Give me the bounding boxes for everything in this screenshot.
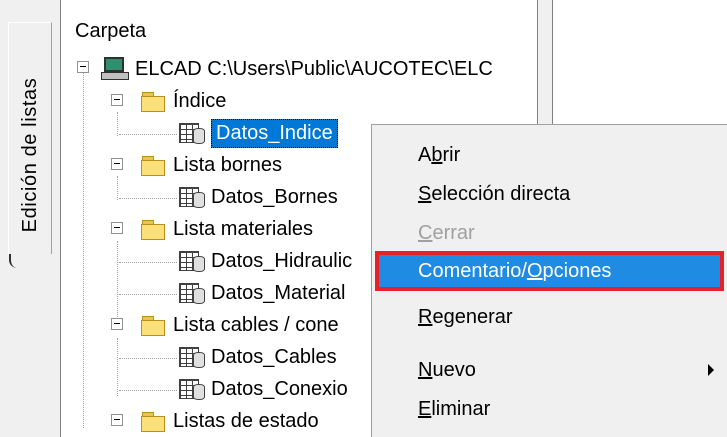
tree-connector [117, 112, 118, 136]
tree-folder-indice[interactable]: Índice [141, 86, 226, 116]
tree-root-node[interactable]: ELCAD C:\Users\Public\AUCOTEC\ELC [101, 54, 493, 84]
tab-list-editing-label: Edición de listas [19, 77, 41, 233]
menu-item-label: Nuevo [418, 358, 476, 381]
tree-node-label: Datos_Hidraulic [211, 249, 353, 272]
tree-connector [119, 390, 177, 391]
menu-item-seleccion-directa[interactable]: Selección directa [372, 174, 726, 214]
menu-item-cerrar: Cerrar [372, 213, 726, 253]
menu-item-label: Regenerar [418, 305, 513, 328]
folder-icon [141, 411, 165, 432]
expand-toggle[interactable] [111, 94, 123, 106]
tree-root-label: ELCAD C:\Users\Public\AUCOTEC\ELC [135, 57, 493, 80]
database-table-icon [179, 282, 205, 304]
tree-folder-lista-cables[interactable]: Lista cables / cone [141, 310, 339, 340]
tree-node-label: Datos_Bornes [211, 185, 338, 208]
tree-connector [83, 68, 84, 428]
tree-node-label: Datos_Material [211, 281, 346, 304]
menu-item-label: Comentario/Opciones [418, 259, 612, 282]
tree-connector [119, 198, 177, 199]
tree-node-label: Lista materiales [173, 217, 314, 240]
database-table-icon [179, 122, 205, 144]
computer-icon [101, 57, 129, 81]
menu-item-label: Eliminar [418, 397, 491, 420]
database-table-icon [179, 186, 205, 208]
tree-folder-lista-materiales[interactable]: Lista materiales [141, 214, 313, 244]
database-table-icon [179, 378, 205, 400]
tree-item-datos-cables[interactable]: Datos_Cables [179, 342, 337, 372]
menu-item-regenerar[interactable]: Regenerar [372, 297, 726, 337]
submenu-arrow-icon [708, 364, 714, 376]
tree-connector [119, 134, 177, 135]
context-menu: Abrir Selección directa Cerrar Comentari… [371, 124, 727, 437]
folder-icon [141, 155, 165, 176]
tree-item-datos-material[interactable]: Datos_Material [179, 278, 346, 308]
menu-item-nuevo[interactable]: Nuevo [372, 350, 726, 390]
tree-connector [119, 358, 177, 359]
database-table-icon [179, 346, 205, 368]
tree-connector [119, 262, 177, 263]
tree-item-datos-bornes[interactable]: Datos_Bornes [179, 182, 338, 212]
vertical-tab-strip: Edición de listas [0, 0, 60, 437]
expand-toggle[interactable] [111, 158, 123, 170]
menu-item-eliminar[interactable]: Eliminar [372, 389, 726, 429]
folder-icon [141, 91, 165, 112]
expand-toggle[interactable] [111, 414, 123, 426]
database-table-icon [179, 250, 205, 272]
tree-node-label: Datos_Indice [211, 118, 338, 148]
folder-icon [141, 219, 165, 240]
tree-node-label: Lista cables / cone [173, 313, 339, 336]
expand-toggle[interactable] [111, 222, 123, 234]
tree-folder-lista-bornes[interactable]: Lista bornes [141, 150, 282, 180]
menu-item-label: Abrir [418, 143, 461, 166]
tree-connector [117, 241, 118, 329]
tree-node-label: Índice [173, 89, 227, 112]
tree-item-datos-conexio[interactable]: Datos_Conexio [179, 374, 348, 404]
menu-item-label: Cerrar [418, 221, 475, 244]
list-editor-window: Edición de listas Carpeta ELCAD C:\Users… [0, 0, 727, 437]
tree-connector [119, 294, 177, 295]
tree-node-label: Datos_Cables [211, 345, 337, 368]
menu-item-comentario-opciones[interactable]: Comentario/Opciones [375, 251, 724, 291]
tree-folder-listas-estado[interactable]: Listas de estado [141, 406, 319, 436]
tree-connector [117, 176, 118, 200]
tree-node-label: Listas de estado [173, 409, 319, 432]
tab-list-editing[interactable]: Edición de listas [8, 22, 52, 268]
menu-item-label: Selección directa [418, 182, 571, 205]
expand-toggle[interactable] [111, 318, 123, 330]
tree-node-label: Lista bornes [173, 153, 282, 176]
expand-toggle[interactable] [77, 61, 89, 73]
menu-item-abrir[interactable]: Abrir [372, 135, 726, 175]
tree-item-datos-indice[interactable]: Datos_Indice [179, 118, 338, 148]
folder-icon [141, 315, 165, 336]
tree-connector [117, 338, 118, 396]
tree-item-datos-hidraulic[interactable]: Datos_Hidraulic [179, 246, 352, 276]
tree-node-label: Datos_Conexio [211, 377, 348, 400]
tree-header: Carpeta [75, 20, 147, 42]
